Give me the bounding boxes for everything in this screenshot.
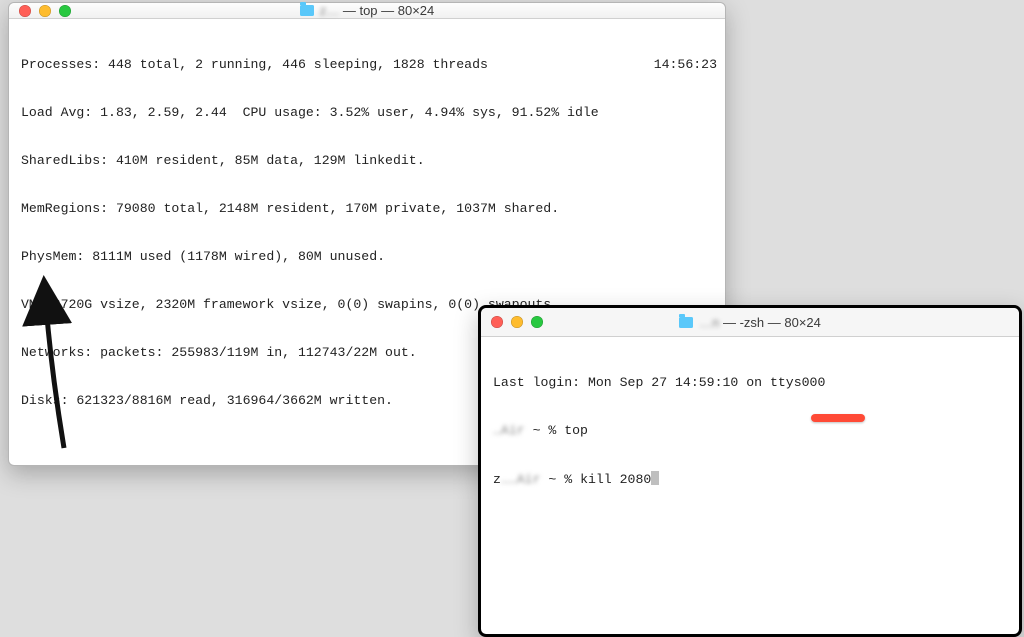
zoom-icon[interactable] — [59, 5, 71, 17]
minimize-icon[interactable] — [511, 316, 523, 328]
prompt-line-1: …Air ~ % top — [493, 423, 1011, 439]
folder-icon — [679, 317, 693, 328]
summary-processes: Processes: 448 total, 2 running, 446 sle… — [21, 57, 717, 73]
prompt-line-2[interactable]: z……Air ~ % kill 2080 — [493, 471, 1011, 488]
title-suffix: — -zsh — 80×24 — [723, 315, 821, 330]
title-user-blurred: …n — [699, 315, 719, 330]
summary-sharedlibs: SharedLibs: 410M resident, 85M data, 129… — [21, 153, 717, 169]
summary-memregions: MemRegions: 79080 total, 2148M resident,… — [21, 201, 717, 217]
titlebar-top[interactable]: z… — top — 80×24 — [9, 3, 725, 19]
window-title: …n — -zsh — 80×24 — [481, 315, 1019, 330]
minimize-icon[interactable] — [39, 5, 51, 17]
folder-icon — [300, 5, 314, 16]
terminal-window-zsh[interactable]: …n — -zsh — 80×24 Last login: Mon Sep 27… — [478, 305, 1022, 637]
window-title: z… — top — 80×24 — [9, 3, 725, 18]
cursor-icon — [651, 471, 659, 485]
zoom-icon[interactable] — [531, 316, 543, 328]
annotation-red-underline — [811, 414, 865, 422]
traffic-lights — [491, 316, 543, 328]
clock: 14:56:23 — [654, 57, 717, 73]
close-icon[interactable] — [491, 316, 503, 328]
titlebar-zsh[interactable]: …n — -zsh — 80×24 — [481, 308, 1019, 337]
title-suffix: — top — 80×24 — [343, 3, 434, 18]
terminal-body-zsh[interactable]: Last login: Mon Sep 27 14:59:10 on ttys0… — [481, 337, 1019, 528]
close-icon[interactable] — [19, 5, 31, 17]
summary-physmem: PhysMem: 8111M used (1178M wired), 80M u… — [21, 249, 717, 265]
title-user-blurred: z… — [320, 3, 340, 18]
summary-load: Load Avg: 1.83, 2.59, 2.44 CPU usage: 3.… — [21, 105, 717, 121]
traffic-lights — [19, 5, 71, 17]
last-login-line: Last login: Mon Sep 27 14:59:10 on ttys0… — [493, 375, 1011, 391]
